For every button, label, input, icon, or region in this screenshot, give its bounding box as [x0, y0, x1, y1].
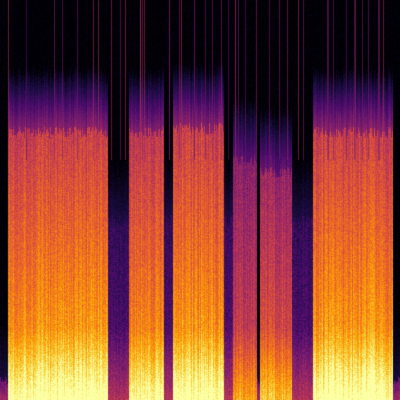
spectrogram-image: [0, 0, 400, 400]
